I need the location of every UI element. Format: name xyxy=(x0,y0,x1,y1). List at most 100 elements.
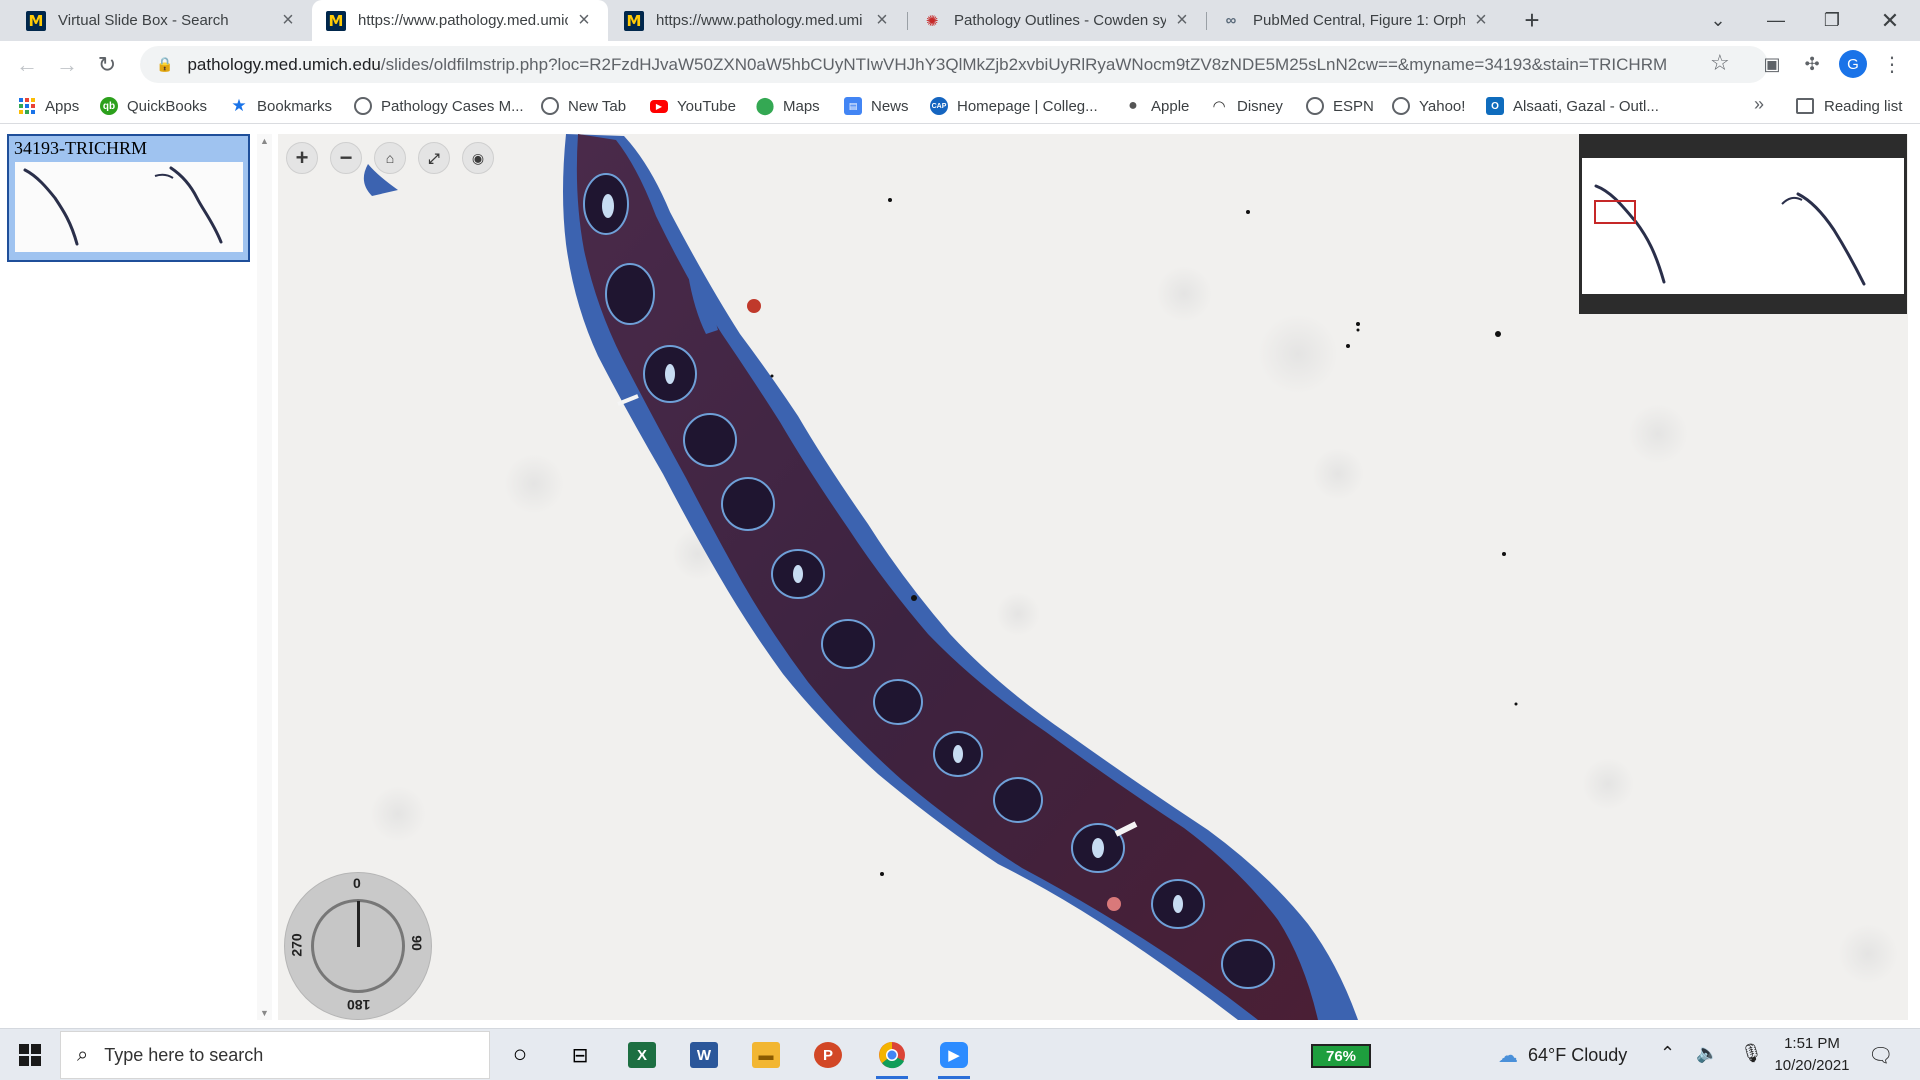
slide-label: 34193-TRICHRM xyxy=(14,138,148,158)
zoom-app-icon[interactable]: ▶ xyxy=(934,1035,974,1079)
volume-icon[interactable]: 🔈 xyxy=(1696,1043,1718,1064)
minimize-button[interactable]: — xyxy=(1748,0,1804,41)
restore-button[interactable]: ❐ xyxy=(1804,0,1860,41)
tab-pathology-slide-2[interactable]: M https://www.pathology.med.umi × xyxy=(610,0,906,41)
weather-widget[interactable]: ☁ 64°F Cloudy xyxy=(1498,1041,1627,1069)
cortana-icon[interactable]: ○ xyxy=(500,1035,540,1075)
slide-viewer-canvas[interactable]: + − ⌂ ⤢ ◉ 0 90 180 270 xyxy=(278,134,1908,1020)
bookmark-homepage-college[interactable]: CAP Homepage | Colleg... xyxy=(930,94,1098,118)
forward-button[interactable]: → xyxy=(50,48,84,82)
umich-icon: M xyxy=(624,10,644,31)
slide-thumbnail[interactable] xyxy=(15,162,243,252)
bookmark-outlook[interactable]: O Alsaati, Gazal - Outl... xyxy=(1486,94,1659,118)
filmstrip-slide-item[interactable]: 34193-TRICHRM xyxy=(7,134,250,262)
page-content: 34193-TRICHRM ▲ ▼ + − ⌂ ⤢ ◉ 0 90 180 270 xyxy=(0,124,1920,1020)
tab-title: PubMed Central, Figure 1: Orpha xyxy=(1253,12,1465,29)
bookmark-apple[interactable]: ● Apple xyxy=(1124,94,1189,118)
bookmark-bookmarks-folder[interactable]: ★ Bookmarks xyxy=(230,94,332,118)
rotation-dial[interactable]: 0 90 180 270 xyxy=(284,872,432,1020)
task-view-icon[interactable]: ⊟ xyxy=(560,1035,600,1075)
tab-pathology-outlines[interactable]: ✺ Pathology Outlines - Cowden sy × xyxy=(908,0,1206,41)
navigator-image[interactable] xyxy=(1582,158,1904,294)
clock-date: 10/20/2021 xyxy=(1774,1057,1850,1074)
navigator-viewport-box[interactable] xyxy=(1594,200,1636,224)
bookmark-star-icon[interactable]: ☆ xyxy=(1710,50,1730,76)
bookmark-espn[interactable]: ESPN xyxy=(1306,94,1374,118)
file-explorer-icon[interactable]: ▬ xyxy=(746,1035,786,1075)
url-host: pathology.med.umich.edu xyxy=(187,54,381,74)
start-button[interactable] xyxy=(0,1029,60,1080)
show-hidden-icons-chevron-icon[interactable]: ⌃ xyxy=(1660,1043,1675,1064)
apple-icon: ● xyxy=(1128,97,1138,114)
battery-indicator[interactable]: 76% xyxy=(1311,1044,1371,1068)
microphone-icon[interactable]: 🎙 xyxy=(1740,1043,1763,1064)
chrome-icon[interactable] xyxy=(872,1035,912,1079)
full-page-button[interactable]: ⤢ xyxy=(418,142,450,174)
lock-icon: 🔒 xyxy=(156,56,174,72)
scroll-down-arrow-icon[interactable]: ▼ xyxy=(259,1008,270,1018)
taskbar-search-box[interactable]: ⌕ Type here to search xyxy=(60,1031,490,1079)
excel-icon[interactable]: X xyxy=(622,1035,662,1075)
close-tab-icon[interactable]: × xyxy=(1172,9,1192,32)
tab-title: https://www.pathology.med.umi xyxy=(656,12,863,29)
tab-pubmed-central[interactable]: ∞ PubMed Central, Figure 1: Orpha × xyxy=(1207,0,1505,41)
filmstrip-scrollbar[interactable]: ▲ ▼ xyxy=(257,134,272,1020)
system-clock[interactable]: 1:51 PM 10/20/2021 xyxy=(1768,1033,1856,1077)
close-window-button[interactable]: ✕ xyxy=(1862,0,1918,41)
rotation-needle xyxy=(357,901,360,947)
tab-title: Pathology Outlines - Cowden sy xyxy=(954,12,1166,29)
tab-search-chevron-icon[interactable]: ⌄ xyxy=(1690,0,1746,41)
bookmark-quickbooks[interactable]: qb QuickBooks xyxy=(100,94,207,118)
windows-taskbar: ⌕ Type here to search ○ ⊟ X W ▬ P ▶ 76% … xyxy=(0,1028,1920,1080)
bookmark-disney[interactable]: ◠ Disney xyxy=(1210,94,1283,118)
bookmark-news[interactable]: ▤ News xyxy=(844,94,909,118)
profile-avatar[interactable]: G xyxy=(1839,50,1867,78)
tab-pathology-slide-active[interactable]: M https://www.pathology.med.umic × xyxy=(312,0,608,41)
word-icon[interactable]: W xyxy=(684,1035,724,1075)
reading-list-button[interactable]: Reading list xyxy=(1796,94,1902,118)
bookmarks-overflow-button[interactable]: » xyxy=(1754,94,1764,115)
tab-virtual-slide-box[interactable]: M Virtual Slide Box - Search × xyxy=(12,0,312,41)
notifications-icon[interactable]: 🗨 xyxy=(1868,1043,1893,1068)
new-tab-button[interactable]: + xyxy=(1518,0,1546,41)
zoom-out-button[interactable]: − xyxy=(330,142,362,174)
bookmark-new-tab[interactable]: New Tab xyxy=(541,94,626,118)
browser-toolbar: ← → ↻ 🔒 pathology.med.umich.edu/slides/o… xyxy=(0,41,1920,88)
bookmark-pathology-cases[interactable]: Pathology Cases M... xyxy=(354,94,524,118)
back-button[interactable]: ← xyxy=(10,48,44,82)
youtube-icon: ▶ xyxy=(650,99,668,113)
snapshot-camera-button[interactable]: ◉ xyxy=(462,142,494,174)
weather-text: 64°F Cloudy xyxy=(1528,1044,1628,1065)
address-bar[interactable]: 🔒 pathology.med.umich.edu/slides/oldfilm… xyxy=(140,46,1768,83)
search-placeholder: Type here to search xyxy=(104,1044,264,1065)
bookmark-label: Apps xyxy=(45,97,80,115)
bookmark-apps[interactable]: Apps xyxy=(18,94,79,118)
bookmark-label: Homepage | Colleg... xyxy=(957,97,1098,115)
scroll-up-arrow-icon[interactable]: ▲ xyxy=(259,136,270,146)
browser-menu-icon[interactable]: ⋮ xyxy=(1882,50,1902,78)
bookmark-label: News xyxy=(871,97,909,115)
globe-icon xyxy=(541,97,559,115)
tab-title: https://www.pathology.med.umic xyxy=(358,12,568,29)
browser-tab-strip: M Virtual Slide Box - Search × M https:/… xyxy=(0,0,1920,41)
extension-icon[interactable]: ▣ xyxy=(1758,50,1786,78)
bookmark-label: Bookmarks xyxy=(257,97,333,115)
bookmark-label: Disney xyxy=(1237,97,1283,115)
zoom-in-button[interactable]: + xyxy=(286,142,318,174)
home-button[interactable]: ⌂ xyxy=(374,142,406,174)
reading-list-label: Reading list xyxy=(1824,97,1903,115)
navigator-overview[interactable] xyxy=(1579,134,1907,314)
bookmark-yahoo[interactable]: Yahoo! xyxy=(1392,94,1465,118)
bookmark-youtube[interactable]: ▶ YouTube xyxy=(650,94,736,118)
close-tab-icon[interactable]: × xyxy=(872,9,892,32)
reload-button[interactable]: ↻ xyxy=(90,48,124,82)
globe-icon xyxy=(1306,97,1324,115)
powerpoint-icon[interactable]: P xyxy=(808,1035,848,1075)
maps-pin-icon: ⬤ xyxy=(755,96,775,115)
extensions-puzzle-icon[interactable]: ✣ xyxy=(1798,50,1826,78)
close-tab-icon[interactable]: × xyxy=(574,9,594,32)
bookmark-maps[interactable]: ⬤ Maps xyxy=(755,94,819,118)
close-tab-icon[interactable]: × xyxy=(1471,9,1491,32)
bookmark-label: ESPN xyxy=(1333,97,1374,115)
close-tab-icon[interactable]: × xyxy=(278,9,298,32)
